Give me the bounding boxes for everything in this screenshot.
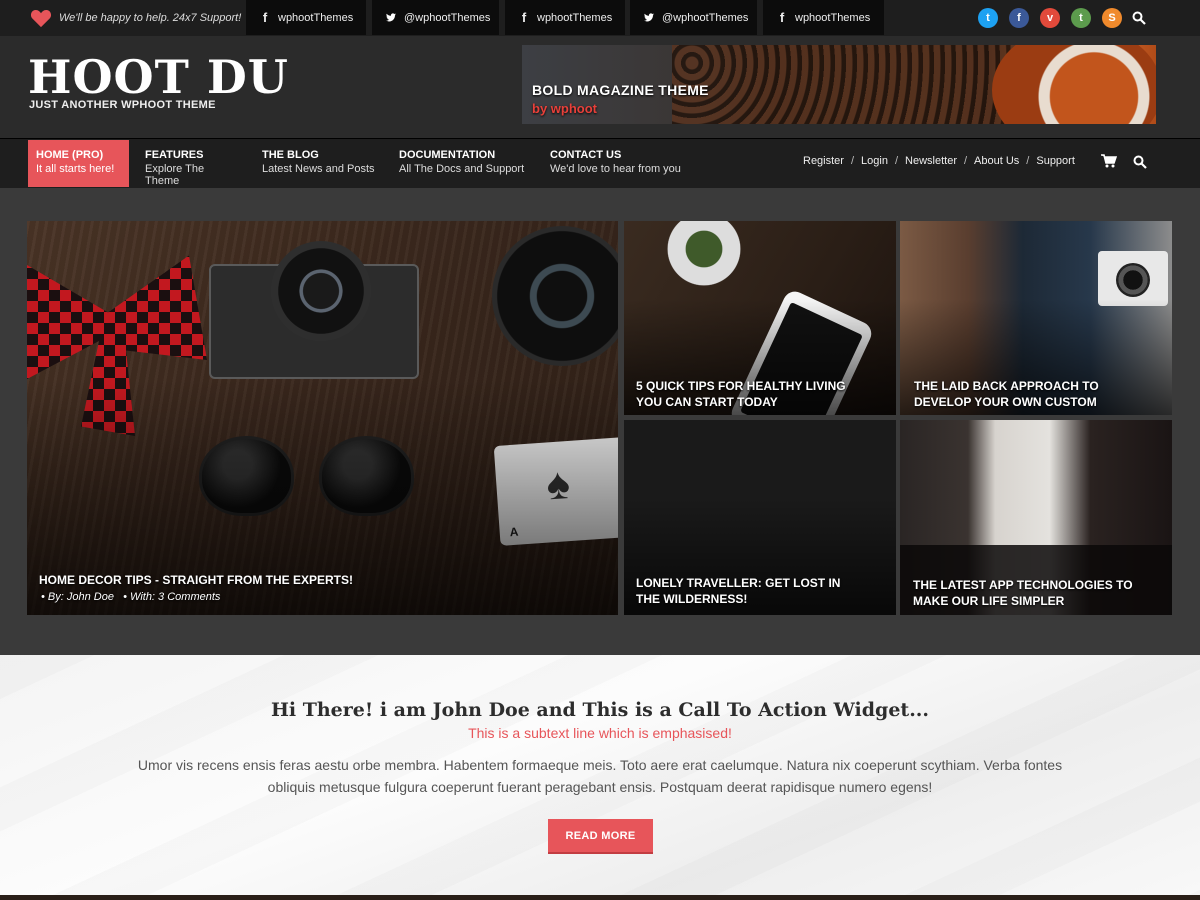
search-icon[interactable] <box>1133 155 1147 169</box>
menu-separator: / <box>1026 155 1030 167</box>
coffee-cup-image <box>992 45 1156 124</box>
featured-post-tile[interactable]: LONELY TRAVELLER: GET LOST IN THE WILDER… <box>624 420 896 615</box>
social-link-label: @wphootThemes <box>404 11 491 24</box>
nav-item-desc: All The Docs and Support <box>399 163 525 175</box>
menu-link-login[interactable]: Login <box>861 155 888 167</box>
site-header: HOOT DU JUST ANOTHER WPHOOT THEME BOLD M… <box>0 36 1200 139</box>
social-link-facebook[interactable]: f wphootThemes <box>505 0 625 35</box>
nav-item-features[interactable]: FEATURES Explore The Theme <box>137 140 249 187</box>
social-link-label: @wphootThemes <box>662 11 749 24</box>
read-more-button[interactable]: READ MORE <box>548 819 653 854</box>
skype-icon[interactable]: S <box>1102 8 1122 28</box>
post-title: 5 QUICK TIPS FOR HEALTHY LIVING YOU CAN … <box>636 379 846 409</box>
facebook-icon: f <box>262 10 268 25</box>
banner-subtitle: by wphoot <box>532 101 597 116</box>
nav-item-title: DOCUMENTATION <box>399 149 496 161</box>
social-link-label: wphootThemes <box>537 11 613 24</box>
cta-subtitle: This is a subtext line which is emphasis… <box>468 725 732 741</box>
facebook-icon: f <box>779 10 785 25</box>
main-navigation: HOME (PRO) It all starts here! FEATURES … <box>0 139 1200 188</box>
twitter-icon[interactable]: t <box>978 8 998 28</box>
post-title: HOME DECOR TIPS - STRAIGHT FROM THE EXPE… <box>39 573 354 587</box>
support-message: We'll be happy to help. 24x7 Support! <box>30 7 241 29</box>
social-link-label: wphootThemes <box>278 11 354 24</box>
social-link-facebook[interactable]: f wphootThemes <box>763 0 884 35</box>
menu-link-register[interactable]: Register <box>803 155 844 167</box>
header-banner-ad[interactable]: BOLD MAGAZINE THEME by wphoot <box>522 45 1156 124</box>
nav-item-title: CONTACT US <box>550 149 622 161</box>
banner-title: BOLD MAGAZINE THEME <box>532 82 709 98</box>
post-title: THE LATEST APP TECHNOLOGIES TO MAKE OUR … <box>913 578 1133 608</box>
call-to-action-widget: Hi There! i am John Doe and This is a Ca… <box>0 655 1200 895</box>
post-comments: • With: 3 Comments <box>123 591 221 603</box>
nav-item-title: HOME (PRO) <box>36 149 104 161</box>
heart-icon <box>30 9 52 28</box>
nav-item-title: THE BLOG <box>262 149 319 161</box>
menu-separator: / <box>963 155 968 167</box>
nav-item-contact[interactable]: CONTACT US We'd love to hear from you <box>542 140 702 187</box>
support-text: We'll be happy to help. 24x7 Support! <box>59 12 242 24</box>
camera-lens-image <box>271 241 371 341</box>
nav-item-desc: Latest News and Posts <box>262 163 375 175</box>
nav-item-home[interactable]: HOME (PRO) It all starts here! <box>28 140 129 187</box>
featured-post-tile[interactable]: THE LATEST APP TECHNOLOGIES TO MAKE OUR … <box>900 420 1172 615</box>
cart-icon[interactable] <box>1101 154 1117 168</box>
nav-item-desc: It all starts here! <box>36 163 115 175</box>
cta-title: Hi There! i am John Doe and This is a Ca… <box>270 699 930 721</box>
featured-post-tile[interactable]: THE LAID BACK APPROACH TO DEVELOP YOUR O… <box>900 221 1172 415</box>
site-tagline: JUST ANOTHER WPHOOT THEME <box>29 99 216 111</box>
featured-post-main[interactable]: A ♠ A HOME DECOR TIPS - STRAIGHT FROM TH… <box>27 221 618 615</box>
nav-item-blog[interactable]: THE BLOG Latest News and Posts <box>254 140 388 187</box>
next-section-edge <box>0 895 1200 900</box>
nav-item-desc: Explore The Theme <box>145 163 205 187</box>
social-link-label: wphootThemes <box>795 11 871 24</box>
camera-image <box>209 241 419 379</box>
menu-link-about[interactable]: About Us <box>974 155 1019 167</box>
cta-text: Umor vis recens ensis feras aestu orbe m… <box>137 757 1063 795</box>
social-link-facebook[interactable]: f wphootThemes <box>246 0 366 35</box>
topbar: We'll be happy to help. 24x7 Support! f … <box>0 0 1200 36</box>
coffee-beans-image <box>672 45 1022 124</box>
featured-post-tile[interactable]: 5 QUICK TIPS FOR HEALTHY LIVING YOU CAN … <box>624 221 896 415</box>
menu-link-newsletter[interactable]: Newsletter <box>905 155 957 167</box>
site-title[interactable]: HOOT DU <box>28 54 289 100</box>
plant-image <box>654 221 754 301</box>
nav-item-title: FEATURES <box>145 149 204 161</box>
nav-item-desc: We'd love to hear from you <box>550 163 681 175</box>
nav-item-documentation[interactable]: DOCUMENTATION All The Docs and Support <box>391 140 541 187</box>
menu-separator: / <box>850 155 855 167</box>
search-icon[interactable] <box>1132 11 1146 25</box>
social-link-twitter[interactable]: @wphootThemes <box>630 0 757 35</box>
menu-link-support[interactable]: Support <box>1036 155 1075 167</box>
tumblr-icon[interactable]: t <box>1071 8 1091 28</box>
vimeo-icon[interactable]: v <box>1040 8 1060 28</box>
facebook-icon: f <box>521 10 527 25</box>
post-title: THE LAID BACK APPROACH TO DEVELOP YOUR O… <box>914 379 1099 409</box>
post-meta: • By: John Doe • With: 3 Comments <box>41 591 220 603</box>
facebook-icon[interactable]: f <box>1009 8 1029 28</box>
twitter-icon <box>644 13 654 22</box>
post-title: LONELY TRAVELLER: GET LOST IN THE WILDER… <box>636 576 841 606</box>
secondary-menu: Register / Login / Newsletter / About Us… <box>803 155 1075 167</box>
social-link-twitter[interactable]: @wphootThemes <box>372 0 499 35</box>
twitter-icon <box>386 13 396 22</box>
menu-separator: / <box>894 155 899 167</box>
post-author: • By: John Doe <box>41 591 114 603</box>
